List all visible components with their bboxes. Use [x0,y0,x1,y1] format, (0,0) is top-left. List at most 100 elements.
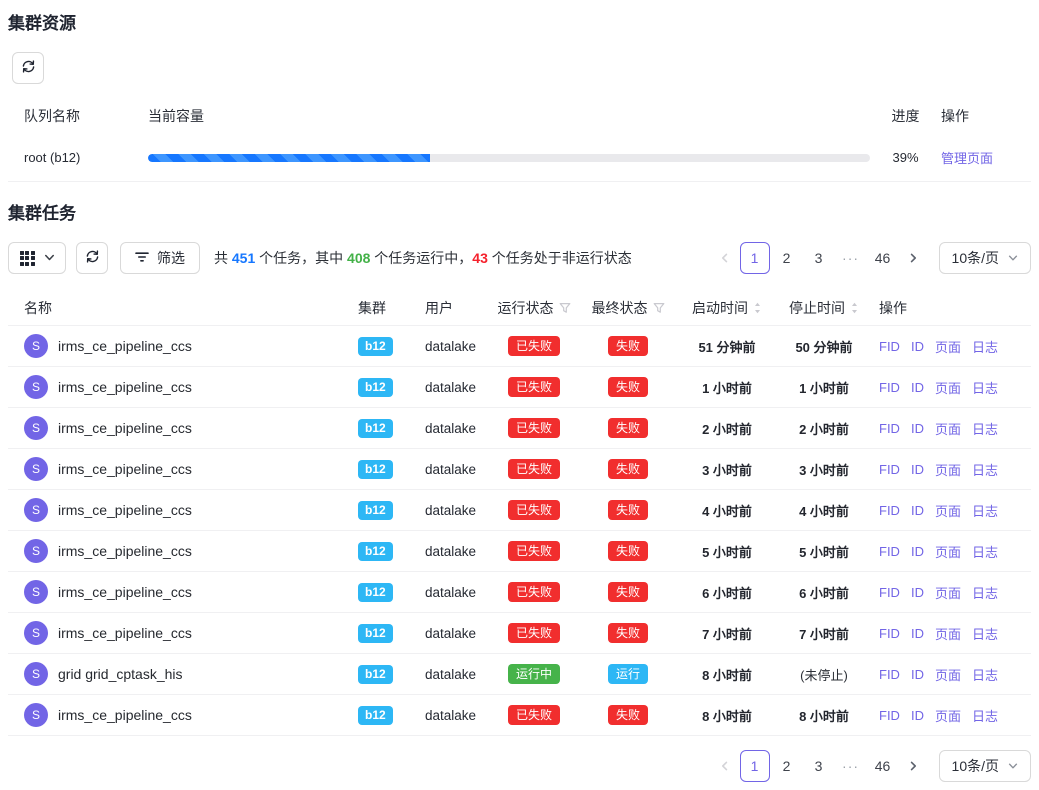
run-status-filter-icon[interactable] [559,302,571,314]
final-status-badge: 失败 [608,705,648,725]
task-name: irms_ce_pipeline_ccs [58,584,192,600]
resources-table-header: 队列名称 当前容量 进度 操作 [8,98,1031,134]
row-action-link[interactable]: 日志 [972,419,998,438]
row-action-link[interactable]: 页面 [935,378,961,397]
row-action-link[interactable]: FID [879,421,900,436]
resources-refresh-button[interactable] [12,52,44,84]
row-action-link[interactable]: 页面 [935,337,961,356]
cluster-tag: b12 [358,583,393,602]
row-action-link[interactable]: 页面 [935,624,961,643]
row-action-link[interactable]: FID [879,544,900,559]
table-row: S irms_ce_pipeline_ccs b12 datalake 已失败 … [8,408,1031,449]
row-action-link[interactable]: ID [911,667,924,682]
cluster-tag: b12 [358,337,393,356]
table-row: S irms_ce_pipeline_ccs b12 datalake 已失败 … [8,367,1031,408]
tasks-summary: 共 451 个任务，其中 408 个任务运行中，43 个任务处于非运行状态 [214,248,632,268]
row-action-link[interactable]: 页面 [935,665,961,684]
row-actions: FID ID 页面日志 [870,706,1031,725]
row-action-link[interactable]: 日志 [972,665,998,684]
pagination-prev-button[interactable] [711,750,739,782]
chevron-down-icon [44,251,55,266]
row-action-link[interactable]: 日志 [972,583,998,602]
row-action-link[interactable]: 日志 [972,501,998,520]
final-status-filter-icon[interactable] [653,302,665,314]
page-size-select[interactable]: 10条/页 [939,750,1031,782]
user-name: datalake [425,708,476,723]
task-avatar: S [24,498,48,522]
user-name: datalake [425,462,476,477]
final-status-badge: 失败 [608,623,648,643]
table-row: S grid grid_cptask_his b12 datalake 运行中 … [8,654,1031,695]
pagination-page-1[interactable]: 1 [740,750,770,782]
row-action-link[interactable]: 日志 [972,378,998,397]
row-action-link[interactable]: FID [879,462,900,477]
page: 集群资源 队列名称 当前容量 进度 操作 root (b12) 39% [0,0,1039,790]
row-action-link[interactable]: ID [911,626,924,641]
row-action-link[interactable]: FID [879,708,900,723]
row-action-link[interactable]: ID [911,339,924,354]
row-action-link[interactable]: 日志 [972,337,998,356]
task-name: irms_ce_pipeline_ccs [58,502,192,518]
user-name: datalake [425,585,476,600]
row-action-link[interactable]: 日志 [972,706,998,725]
row-action-link[interactable]: FID [879,339,900,354]
pagination-page-3[interactable]: 3 [804,750,834,782]
stop-time-sorter-icon[interactable] [850,301,859,315]
table-row: S irms_ce_pipeline_ccs b12 datalake 已失败 … [8,490,1031,531]
pagination-next-button[interactable] [899,242,927,274]
row-action-link[interactable]: 日志 [972,542,998,561]
row-actions: FID ID 页面日志 [870,378,1031,397]
pagination-page-46[interactable]: 46 [868,242,898,274]
row-action-link[interactable]: ID [911,380,924,395]
row-action-link[interactable]: ID [911,544,924,559]
user-name: datalake [425,380,476,395]
row-action-link[interactable]: 页面 [935,706,961,725]
page-size-select[interactable]: 10条/页 [939,242,1031,274]
pagination-prev-button[interactable] [711,242,739,274]
row-action-link[interactable]: ID [911,503,924,518]
task-name: irms_ce_pipeline_ccs [58,707,192,723]
pagination-next-button[interactable] [899,750,927,782]
row-action-link[interactable]: 页面 [935,583,961,602]
task-name: irms_ce_pipeline_ccs [58,338,192,354]
task-name: irms_ce_pipeline_ccs [58,543,192,559]
resources-col-action: 操作 [933,106,1031,126]
pagination-page-1[interactable]: 1 [740,242,770,274]
pagination-page-2[interactable]: 2 [772,750,802,782]
pagination-page-46[interactable]: 46 [868,750,898,782]
manage-page-link[interactable]: 管理页面 [941,151,993,166]
task-avatar: S [24,662,48,686]
start-time: 7 小时前 [702,624,752,643]
row-action-link[interactable]: ID [911,585,924,600]
capacity-cell [140,154,878,162]
tasks-refresh-button[interactable] [76,242,108,274]
row-action-link[interactable]: ID [911,708,924,723]
row-action-link[interactable]: ID [911,462,924,477]
row-action-link[interactable]: FID [879,585,900,600]
row-action-link[interactable]: 页面 [935,419,961,438]
pagination-page-3[interactable]: 3 [804,242,834,274]
start-time: 51 分钟前 [698,337,755,356]
column-settings-dropdown-button[interactable] [8,242,66,274]
col-start-time: 启动时间 [676,298,778,318]
start-time-sorter-icon[interactable] [753,301,762,315]
stop-time: 2 小时前 [799,419,849,438]
row-action-link[interactable]: FID [879,503,900,518]
capacity-progress-fill [148,154,430,162]
queue-name: root (b12) [8,150,140,165]
pagination-pages: 123···46 [739,750,899,782]
row-action-link[interactable]: ID [911,421,924,436]
pagination-page-2[interactable]: 2 [772,242,802,274]
row-action-link[interactable]: FID [879,380,900,395]
filter-button[interactable]: 筛选 [120,242,200,274]
row-action-link[interactable]: 页面 [935,501,961,520]
row-action-link[interactable]: 日志 [972,624,998,643]
row-action-link[interactable]: 日志 [972,460,998,479]
chevron-down-icon [1008,250,1018,266]
row-action-link[interactable]: FID [879,626,900,641]
row-action-link[interactable]: 页面 [935,542,961,561]
row-action-link[interactable]: 页面 [935,460,961,479]
start-time: 4 小时前 [702,501,752,520]
refresh-icon [21,59,36,77]
row-action-link[interactable]: FID [879,667,900,682]
